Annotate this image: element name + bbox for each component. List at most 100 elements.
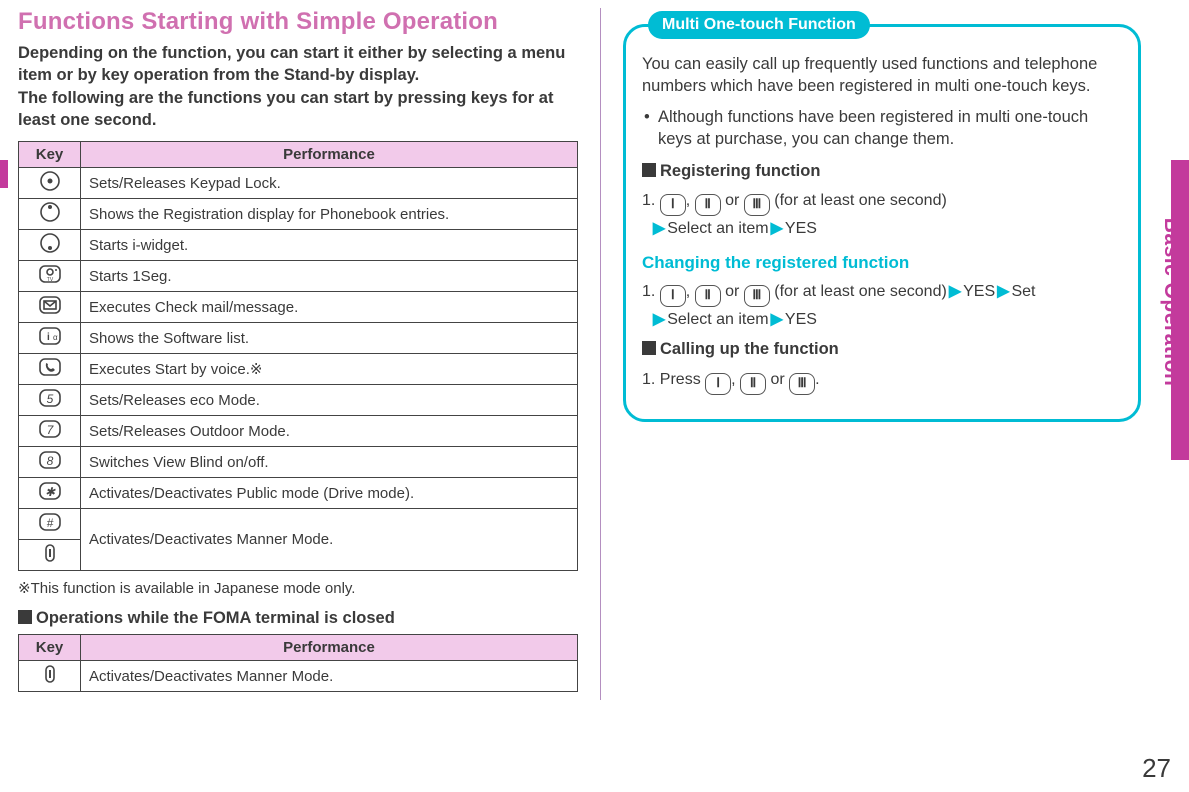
column-divider bbox=[600, 8, 601, 700]
closed-operations-heading: Operations while the FOMA terminal is cl… bbox=[18, 609, 578, 628]
svg-text:7: 7 bbox=[46, 423, 54, 437]
key-icon-side bbox=[19, 540, 81, 571]
key-icon-phone bbox=[19, 354, 81, 385]
table2-head-performance: Performance bbox=[81, 635, 578, 661]
calling-heading: Calling up the function bbox=[642, 338, 1122, 360]
key-icon-dot-center bbox=[19, 168, 81, 199]
key-performance-table: Key Performance Sets/Releases Keypad Loc… bbox=[18, 141, 578, 571]
page-number: 27 bbox=[1142, 753, 1171, 784]
arrow-icon: ▶ bbox=[769, 311, 785, 328]
multi-onetouch-box: Multi One-touch Function You can easily … bbox=[623, 24, 1141, 422]
table-row: Activates/Deactivates Manner Mode. bbox=[19, 661, 578, 692]
table-row: TV Starts 1Seg. bbox=[19, 261, 578, 292]
step-press: 1. Press bbox=[642, 371, 701, 388]
table-row: Starts i-widget. bbox=[19, 230, 578, 261]
table-row: Sets/Releases Keypad Lock. bbox=[19, 168, 578, 199]
key-roman-1-icon: Ⅰ bbox=[660, 285, 686, 307]
key-icon-five: 5 bbox=[19, 385, 81, 416]
performance-cell: Switches View Blind on/off. bbox=[81, 447, 578, 478]
table-row: 7 Sets/Releases Outdoor Mode. bbox=[19, 416, 578, 447]
performance-cell: Starts i-widget. bbox=[81, 230, 578, 261]
svg-text:✱: ✱ bbox=[44, 485, 55, 499]
performance-cell: Starts 1Seg. bbox=[81, 261, 578, 292]
key-roman-2-icon: Ⅱ bbox=[740, 373, 766, 395]
svg-text:α: α bbox=[53, 333, 58, 342]
table-row: ✱ Activates/Deactivates Public mode (Driv… bbox=[19, 478, 578, 509]
arrow-icon: ▶ bbox=[995, 283, 1011, 300]
step-period: . bbox=[815, 371, 819, 388]
footnote: ※This function is available in Japanese … bbox=[18, 579, 578, 597]
step-select-item: Select an item bbox=[667, 220, 768, 237]
table-row: 8 Switches View Blind on/off. bbox=[19, 447, 578, 478]
key-icon-eight: 8 bbox=[19, 447, 81, 478]
box-intro: You can easily call up frequently used f… bbox=[642, 53, 1122, 98]
key-icon-seven: 7 bbox=[19, 416, 81, 447]
section-intro: Depending on the function, you can start… bbox=[18, 42, 578, 131]
table-row: Executes Check mail/message. bbox=[19, 292, 578, 323]
changing-heading: Changing the registered function bbox=[642, 252, 1122, 275]
page-columns: Functions Starting with Simple Operation… bbox=[0, 0, 1189, 700]
svg-text:5: 5 bbox=[46, 392, 53, 406]
key-icon-dot-bottom bbox=[19, 230, 81, 261]
arrow-icon: ▶ bbox=[947, 283, 963, 300]
key-roman-1-icon: Ⅰ bbox=[705, 373, 731, 395]
key-roman-3-icon: Ⅲ bbox=[744, 194, 770, 216]
closed-key-table: Key Performance Activates/Deactivates Ma… bbox=[18, 634, 578, 692]
step-yes: YES bbox=[963, 283, 995, 300]
step-suffix: (for at least one second) bbox=[774, 283, 947, 300]
key-icon-hash: # bbox=[19, 509, 81, 540]
key-icon-dot-top bbox=[19, 199, 81, 230]
performance-cell: Sets/Releases Outdoor Mode. bbox=[81, 416, 578, 447]
svg-text:8: 8 bbox=[46, 454, 53, 468]
step-suffix: (for at least one second) bbox=[774, 192, 947, 209]
performance-cell: Sets/Releases eco Mode. bbox=[81, 385, 578, 416]
step-select-item: Select an item bbox=[667, 311, 768, 328]
left-color-stub bbox=[0, 160, 8, 188]
arrow-icon: ▶ bbox=[651, 220, 667, 237]
performance-cell: Activates/Deactivates Public mode (Drive… bbox=[81, 478, 578, 509]
arrow-icon: ▶ bbox=[769, 220, 785, 237]
registering-heading-text: Registering function bbox=[660, 162, 820, 180]
arrow-icon: ▶ bbox=[651, 311, 667, 328]
table-row: 5 Sets/Releases eco Mode. bbox=[19, 385, 578, 416]
calling-heading-text: Calling up the function bbox=[660, 340, 839, 358]
key-icon-camera: TV bbox=[19, 261, 81, 292]
step-set: Set bbox=[1011, 283, 1035, 300]
key-icon-side bbox=[19, 661, 81, 692]
registering-step: 1. Ⅰ, Ⅱ or Ⅲ (for at least one second) ▶… bbox=[642, 188, 1122, 242]
registering-heading: Registering function bbox=[642, 160, 1122, 182]
step-yes: YES bbox=[785, 220, 817, 237]
key-roman-3-icon: Ⅲ bbox=[744, 285, 770, 307]
key-icon-mail bbox=[19, 292, 81, 323]
side-tab-label: Basic Operation bbox=[1159, 212, 1183, 392]
svg-text:i: i bbox=[47, 332, 50, 343]
right-column: Multi One-touch Function You can easily … bbox=[623, 8, 1171, 700]
svg-text:TV: TV bbox=[46, 277, 53, 283]
table-row: iαShows the Software list. bbox=[19, 323, 578, 354]
performance-cell: Executes Start by voice.※ bbox=[81, 354, 578, 385]
key-roman-3-icon: Ⅲ bbox=[789, 373, 815, 395]
table2-head-key: Key bbox=[19, 635, 81, 661]
svg-text:#: # bbox=[46, 516, 53, 530]
table-row: #Activates/Deactivates Manner Mode. bbox=[19, 509, 578, 540]
key-icon-i-alpha: iα bbox=[19, 323, 81, 354]
performance-cell: Sets/Releases Keypad Lock. bbox=[81, 168, 578, 199]
performance-cell: Activates/Deactivates Manner Mode. bbox=[81, 661, 578, 692]
key-roman-2-icon: Ⅱ bbox=[695, 194, 721, 216]
box-bullet: Although functions have been registered … bbox=[642, 106, 1122, 151]
performance-cell: Activates/Deactivates Manner Mode. bbox=[81, 509, 578, 571]
box-label: Multi One-touch Function bbox=[648, 11, 870, 39]
table-head-performance: Performance bbox=[81, 142, 578, 168]
closed-heading-text: Operations while the FOMA terminal is cl… bbox=[36, 609, 395, 627]
performance-cell: Shows the Software list. bbox=[81, 323, 578, 354]
left-column: Functions Starting with Simple Operation… bbox=[18, 8, 578, 700]
step-number: 1. bbox=[642, 279, 655, 305]
step-yes: YES bbox=[785, 311, 817, 328]
calling-step: 1. Press Ⅰ, Ⅱ or Ⅲ. bbox=[642, 367, 1122, 395]
key-roman-2-icon: Ⅱ bbox=[695, 285, 721, 307]
changing-step: 1. Ⅰ, Ⅱ or Ⅲ (for at least one second)▶Y… bbox=[642, 279, 1122, 333]
performance-cell: Executes Check mail/message. bbox=[81, 292, 578, 323]
key-roman-1-icon: Ⅰ bbox=[660, 194, 686, 216]
table-row: Shows the Registration display for Phone… bbox=[19, 199, 578, 230]
key-icon-star: ✱ bbox=[19, 478, 81, 509]
